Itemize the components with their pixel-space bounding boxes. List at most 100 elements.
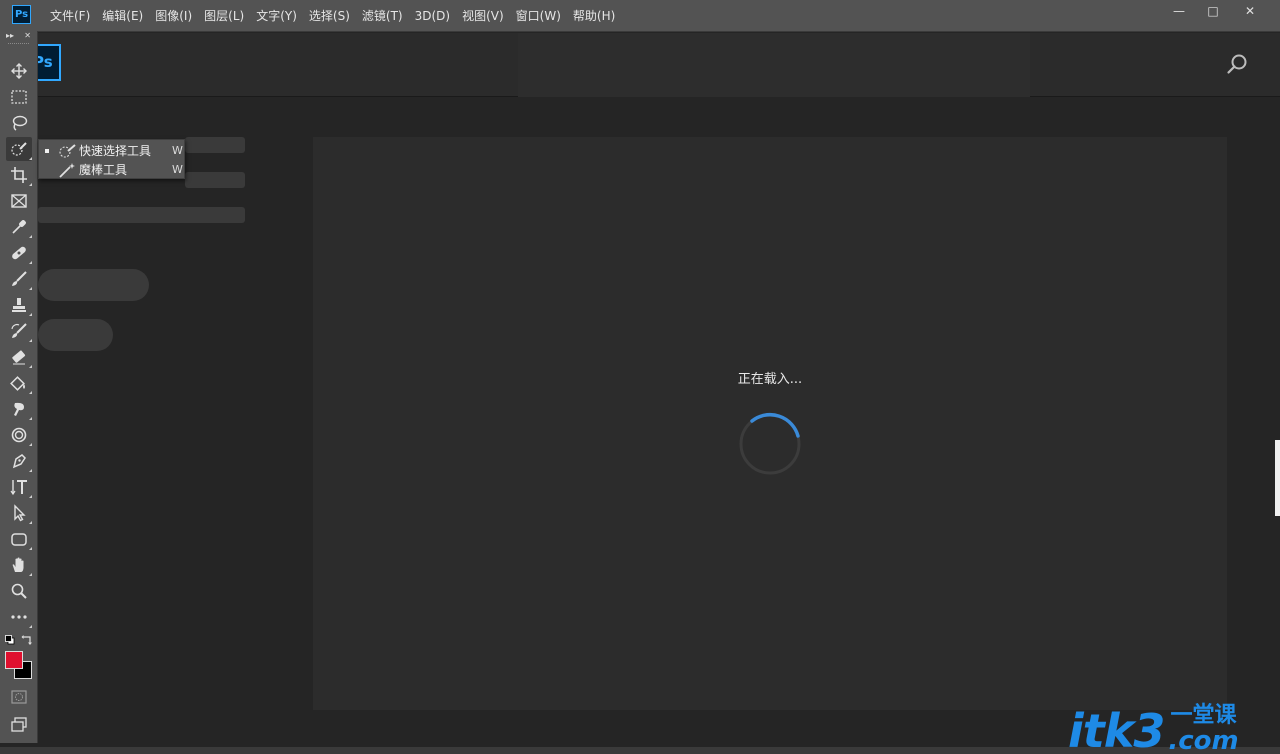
pen-icon [12, 454, 26, 469]
more-tools[interactable] [6, 605, 32, 629]
menu-help[interactable]: 帮助(H) [567, 0, 621, 32]
flyout-item-magic-wand[interactable]: 魔棒工具 W [39, 160, 186, 179]
menu-edit[interactable]: 编辑(E) [96, 0, 149, 32]
history-brush-tool[interactable] [6, 319, 32, 343]
menu-select[interactable]: 选择(S) [303, 0, 356, 32]
close-panel-icon[interactable]: ✕ [24, 31, 31, 41]
tool-group-indicator [29, 365, 32, 368]
skeleton-line [38, 207, 245, 223]
rounded-rect-icon [11, 533, 27, 546]
menu-3d[interactable]: 3D(D) [409, 0, 456, 32]
frame-icon [11, 194, 27, 208]
tool-group-indicator [29, 573, 32, 576]
menu-bar: Ps 文件(F) 编辑(E) 图像(I) 图层(L) 文字(Y) 选择(S) 滤… [0, 0, 1280, 32]
quick-selection-icon [59, 143, 76, 158]
smudge-tool[interactable] [6, 397, 32, 421]
home-header [38, 33, 1280, 97]
skeleton-button [38, 319, 113, 351]
loading-text: 正在载入... [737, 372, 803, 387]
ellipsis-icon [11, 615, 27, 619]
watermark-main: itk3 [1068, 704, 1165, 754]
tools-panel-header: ▸▸ ✕ [0, 31, 37, 41]
healing-icon [12, 246, 26, 260]
type-tool[interactable] [6, 475, 32, 499]
flyout-item-shortcut: W [172, 163, 183, 176]
menu-type[interactable]: 文字(Y) [250, 0, 303, 32]
quick-selection-tool[interactable] [6, 137, 32, 161]
close-button[interactable]: ✕ [1230, 0, 1270, 22]
menu-filter[interactable]: 滤镜(T) [356, 0, 409, 32]
ps-app-icon[interactable]: Ps [12, 5, 31, 24]
pen-tool[interactable] [6, 449, 32, 473]
shape-tool[interactable] [6, 527, 32, 551]
tools-panel: ▸▸ ✕ [0, 31, 38, 743]
marquee-tool[interactable] [6, 85, 32, 109]
stamp-icon [12, 298, 26, 312]
tool-group-indicator [29, 339, 32, 342]
menu-layer[interactable]: 图层(L) [198, 0, 250, 32]
tool-group-indicator [29, 417, 32, 420]
path-selection-tool[interactable] [6, 501, 32, 525]
smudge-icon [14, 402, 24, 416]
rect-marquee-icon [11, 90, 27, 104]
quick-mask-icon [11, 690, 27, 704]
header-center-panel [518, 33, 1030, 97]
eyedropper-tool[interactable] [6, 215, 32, 239]
quick-selection-icon [11, 142, 27, 156]
lasso-tool[interactable] [6, 111, 32, 135]
panel-grip[interactable] [8, 43, 29, 47]
flyout-item-label: 快速选择工具 [79, 144, 152, 158]
edge-scroll-handle[interactable] [1275, 440, 1280, 516]
ps-logo-text: Ps [38, 53, 53, 71]
healing-tool[interactable] [6, 241, 32, 265]
dodge-tool[interactable] [6, 423, 32, 447]
menu-image[interactable]: 图像(I) [149, 0, 198, 32]
maximize-button[interactable]: □ [1196, 0, 1230, 22]
tool-group-indicator [29, 495, 32, 498]
search-icon[interactable] [1226, 53, 1248, 75]
ps-logo: Ps [38, 44, 61, 81]
loading-spinner-icon [739, 413, 801, 475]
menu-view[interactable]: 视图(V) [456, 0, 510, 32]
paint-bucket-tool[interactable] [6, 371, 32, 395]
flyout-item-label: 魔棒工具 [79, 163, 128, 177]
tool-group-indicator [29, 547, 32, 550]
default-colors-icon[interactable] [5, 635, 15, 645]
screen-mode[interactable] [6, 712, 32, 736]
frame-tool[interactable] [6, 189, 32, 213]
watermark-com: .com [1168, 726, 1239, 754]
tool-group-indicator [29, 313, 32, 316]
clone-stamp-tool[interactable] [6, 293, 32, 317]
crop-icon [11, 167, 27, 183]
collapse-panel-icon[interactable]: ▸▸ [6, 31, 14, 41]
crop-tool[interactable] [6, 163, 32, 187]
flyout-item-quick-selection[interactable]: 快速选择工具 W [39, 141, 186, 160]
foreground-color-swatch[interactable] [5, 651, 23, 669]
tool-group-indicator [29, 625, 32, 628]
swap-colors-icon[interactable] [21, 634, 33, 646]
tool-group-indicator [29, 443, 32, 446]
tool-group-indicator [29, 183, 32, 186]
history-brush-icon [11, 323, 27, 338]
move-tool[interactable] [6, 59, 32, 83]
menu-window[interactable]: 窗口(W) [510, 0, 567, 32]
brush-tool[interactable] [6, 267, 32, 291]
eraser-tool[interactable] [6, 345, 32, 369]
menu-file[interactable]: 文件(F) [44, 0, 96, 32]
photoshop-window: Ps 文件(F) 编辑(E) 图像(I) 图层(L) 文字(Y) 选择(S) 滤… [0, 0, 1280, 754]
window-controls: — □ ✕ [1162, 0, 1270, 22]
eraser-icon [12, 350, 26, 365]
dodge-icon [11, 427, 27, 443]
lasso-icon [12, 115, 28, 131]
minimize-button[interactable]: — [1162, 0, 1196, 22]
quick-mask-mode[interactable] [6, 685, 32, 709]
skeleton-line [185, 137, 245, 153]
watermark-cn: 一堂课 [1170, 703, 1237, 728]
move-icon [11, 63, 27, 79]
tool-group-indicator [29, 391, 32, 394]
brush-icon [12, 271, 27, 286]
flyout-item-shortcut: W [172, 144, 183, 157]
screen-mode-icon [11, 717, 27, 732]
hand-tool[interactable] [6, 553, 32, 577]
zoom-tool[interactable] [6, 579, 32, 603]
